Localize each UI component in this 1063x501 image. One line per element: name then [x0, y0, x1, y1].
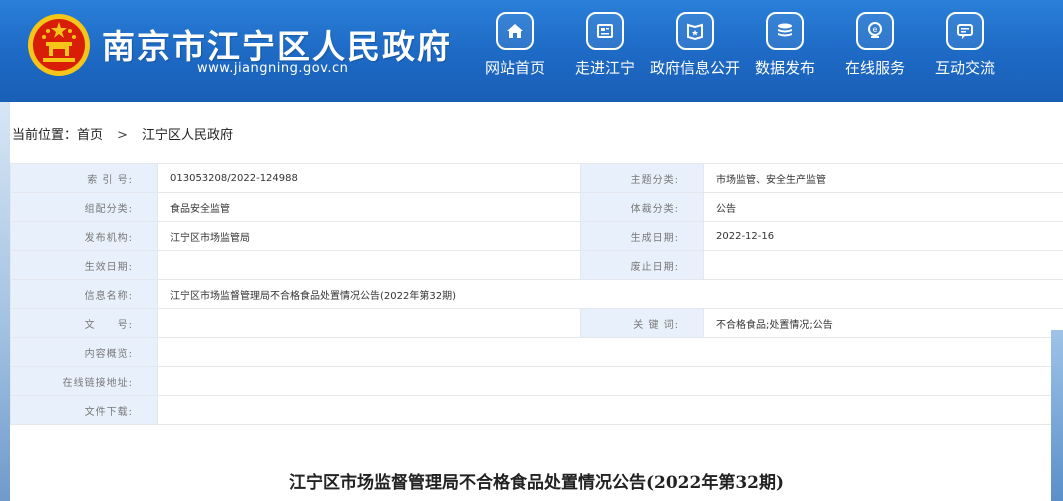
- nav-label: 走进江宁: [574, 59, 635, 77]
- meta-label: 体裁分类:: [580, 192, 704, 222]
- meta-index-number: 013053208/2022-124988: [157, 163, 581, 193]
- table-row: 索 引 号: 013053208/2022-124988 主题分类: 市场监管、…: [10, 163, 1063, 193]
- meta-label: 发布机构:: [10, 221, 158, 251]
- open-info-icon: [676, 12, 714, 50]
- breadcrumb-home-link[interactable]: 首页: [77, 124, 103, 143]
- chat-icon: [946, 12, 984, 50]
- site-url: www.jiangning.gov.cn: [197, 61, 349, 76]
- meta-file-download[interactable]: [157, 395, 1063, 425]
- meta-effective-date: [157, 250, 581, 280]
- table-row: 内容概览:: [10, 337, 1063, 367]
- nav-label: 在线服务: [844, 59, 905, 77]
- meta-topic: 市场监管、安全生产监管: [703, 163, 1063, 193]
- meta-label: 索 引 号:: [10, 163, 158, 193]
- meta-info-name: 江宁区市场监督管理局不合格食品处置情况公告(2022年第32期): [157, 279, 1063, 309]
- nav-item-open-info[interactable]: 政府信息公开: [650, 12, 740, 98]
- nav-label: 互动交流: [934, 59, 995, 77]
- nav-item-service[interactable]: e 在线服务: [830, 12, 920, 98]
- home-icon: [496, 12, 534, 50]
- meta-label: 文件下载:: [10, 395, 158, 425]
- news-icon: [586, 12, 624, 50]
- nav-item-interaction[interactable]: 互动交流: [920, 12, 1010, 98]
- meta-document-number: [157, 308, 581, 338]
- nav-label: 数据发布: [754, 59, 815, 77]
- breadcrumb-current-link[interactable]: 江宁区人民政府: [142, 124, 233, 143]
- table-row: 信息名称: 江宁区市场监督管理局不合格食品处置情况公告(2022年第32期): [10, 279, 1063, 309]
- service-icon: e: [856, 12, 894, 50]
- meta-label: 废止日期:: [580, 250, 704, 280]
- meta-issuer: 江宁区市场监管局: [157, 221, 581, 251]
- meta-org-category: 食品安全监管: [157, 192, 581, 222]
- table-row: 生效日期: 废止日期:: [10, 250, 1063, 280]
- meta-label: 内容概览:: [10, 337, 158, 367]
- meta-label: 生成日期:: [580, 221, 704, 251]
- document-title: 江宁区市场监督管理局不合格食品处置情况公告(2022年第32期): [288, 473, 785, 493]
- table-row: 发布机构: 江宁区市场监管局 生成日期: 2022-12-16: [10, 221, 1063, 251]
- nav-label: 网站首页: [484, 59, 545, 77]
- table-row: 在线链接地址:: [10, 366, 1063, 396]
- document-meta-table: 索 引 号: 013053208/2022-124988 主题分类: 市场监管、…: [10, 163, 1063, 425]
- meta-label: 主题分类:: [580, 163, 704, 193]
- meta-label: 生效日期:: [10, 250, 158, 280]
- meta-label: 组配分类:: [10, 192, 158, 222]
- breadcrumb: 当前位置：首页 > 江宁区人民政府: [12, 124, 233, 143]
- meta-label: 信息名称:: [10, 279, 158, 309]
- page-background-right: [1051, 330, 1063, 501]
- meta-online-link[interactable]: [157, 366, 1063, 396]
- table-row: 文 号: 关 键 词: 不合格食品;处置情况;公告: [10, 308, 1063, 338]
- national-emblem-icon[interactable]: [26, 12, 92, 78]
- meta-expiry-date: [703, 250, 1063, 280]
- nav-label: 政府信息公开: [650, 59, 741, 77]
- nav-item-data[interactable]: 数据发布: [740, 12, 830, 98]
- table-row: 文件下载:: [10, 395, 1063, 425]
- meta-label: 关 键 词:: [580, 308, 704, 338]
- breadcrumb-separator: >: [117, 128, 128, 143]
- table-row: 组配分类: 食品安全监管 体裁分类: 公告: [10, 192, 1063, 222]
- meta-created-date: 2022-12-16: [703, 221, 1063, 251]
- meta-summary: [157, 337, 1063, 367]
- content-panel: 当前位置：首页 > 江宁区人民政府 索 引 号: 013053208/2022-12…: [10, 102, 1063, 501]
- nav-item-about[interactable]: 走进江宁: [560, 12, 650, 98]
- nav-item-home[interactable]: 网站首页: [470, 12, 560, 98]
- database-icon: [766, 12, 804, 50]
- page-background-left: [0, 102, 10, 501]
- meta-label: 在线链接地址:: [10, 366, 158, 396]
- svg-text:e: e: [873, 25, 878, 34]
- meta-genre: 公告: [703, 192, 1063, 222]
- breadcrumb-prefix: 当前位置：: [12, 128, 78, 143]
- meta-label: 文 号:: [10, 308, 158, 338]
- meta-keywords: 不合格食品;处置情况;公告: [703, 308, 1063, 338]
- site-header: 南京市江宁区人民政府 www.jiangning.gov.cn 网站首页 走进江…: [0, 0, 1063, 102]
